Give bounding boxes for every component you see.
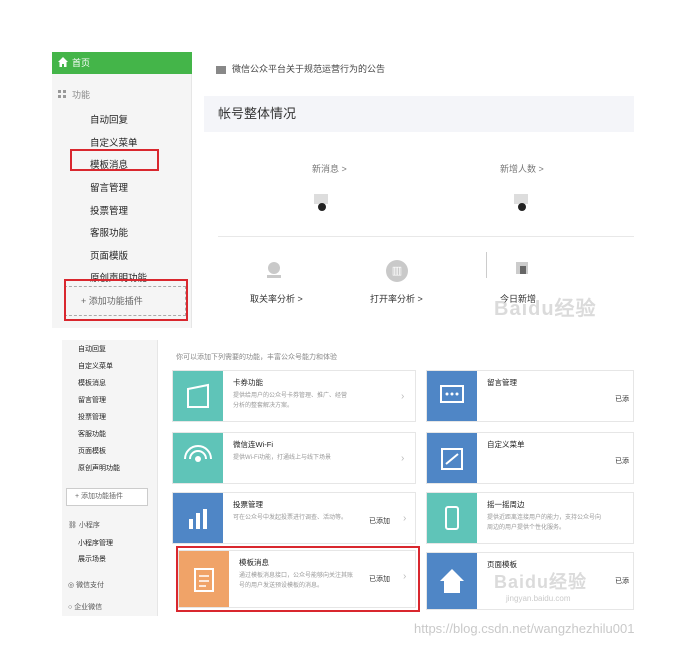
plugin-card-custom-menu[interactable]: 自定义菜单 已添 [426, 432, 634, 484]
plugin-card-comments[interactable]: 留言管理 已添 [426, 370, 634, 422]
open-rate-analysis-link[interactable]: 打开率分析 > [370, 292, 423, 305]
card-icon-bg [173, 493, 223, 543]
bottom-screenshot: 自动回复 自定义菜单 模板消息 留言管理 投票管理 客服功能 页面模板 原创声明… [62, 340, 634, 616]
main-panel: 微信公众平台关于规范运营行为的公告 帐号整体情况 新消息 > 新增人数 > ▥ … [204, 52, 634, 328]
new-followers-link[interactable]: 新增人数 > [500, 162, 544, 175]
today-icon [516, 262, 528, 274]
plugin-card-wifi[interactable]: 微信连Wi-Fi 提供Wi-Fi功能，打通线上与线下场景 › [172, 432, 416, 484]
unfollow-analysis-link[interactable]: 取关率分析 > [250, 292, 303, 305]
wifi-icon [184, 445, 212, 462]
sidebar-group-enterprise[interactable]: ○ 企业微信 [68, 602, 102, 612]
sidebar-item-votes[interactable]: 投票管理 [90, 203, 128, 217]
card-desc: 可在公众号中发起投票进行调查、活动等。 [233, 515, 348, 521]
home-icon [440, 569, 464, 593]
edit-icon [441, 448, 463, 470]
bar-chart-icon [189, 509, 207, 529]
chevron-right-icon: › [403, 513, 407, 524]
highlight-add-plugin [64, 279, 188, 321]
card-icon-bg [427, 493, 477, 543]
sidebar-item-custom-menu[interactable]: 自定义菜单 [78, 361, 113, 371]
grid-icon [58, 90, 66, 98]
user-analysis-icon [267, 262, 281, 278]
notice-text: 微信公众平台关于规范运营行为的公告 [232, 64, 386, 74]
megaphone-icon [216, 65, 226, 74]
plugin-card-votes[interactable]: 投票管理 可在公众号中发起投票进行调查、活动等。 已添加 › [172, 492, 416, 544]
sidebar-item-customer-service[interactable]: 客服功能 [78, 429, 106, 439]
notice-bar[interactable]: 微信公众平台关于规范运营行为的公告 [216, 62, 385, 75]
card-title: 摇一摇周边 [487, 500, 525, 509]
card-status: 已添 [615, 396, 629, 403]
phone-icon [445, 506, 459, 530]
watermark-url: jingyan.baidu.com [506, 594, 571, 603]
card-icon-bg [427, 553, 477, 609]
coupon-icon [187, 383, 209, 408]
card-icon-bg [427, 371, 477, 421]
sidebar: 自动回复 自定义菜单 模板消息 留言管理 投票管理 客服功能 页面模板 原创声明… [62, 340, 158, 616]
enterprise-label: 企业微信 [74, 604, 103, 611]
footer-url: https://blog.csdn.net/wangzhezhilu001 [414, 621, 635, 636]
sidebar-item-mini-program-management[interactable]: 小程序管理 [78, 538, 113, 548]
highlight-template-message-card [176, 546, 420, 612]
sidebar-item-comments[interactable]: 留言管理 [78, 395, 106, 405]
chart-icon: ▥ [386, 260, 408, 282]
add-plugin-button[interactable]: + 添加功能插件 [66, 488, 148, 506]
plugin-card-shake[interactable]: 摇一摇周边 提供近距离连接用户的能力，支持公众号向周边的用户提供个性化服务。 [426, 492, 634, 544]
sidebar-item-page-template[interactable]: 页面模版 [90, 248, 128, 262]
card-desc: 提供给用户的公众号卡券管理、推广、经营分析的整套解决方案。 [233, 393, 348, 409]
sidebar-item-page-template[interactable]: 页面模板 [78, 446, 106, 456]
sidebar-item-votes[interactable]: 投票管理 [78, 412, 106, 422]
card-title: 自定义菜单 [487, 440, 525, 449]
plugins-panel: 你可以添加下列需要的功能，丰富公众号能力和体验 卡券功能 提供给用户的公众号卡券… [166, 340, 634, 616]
watermark: Baidu经验 [494, 298, 597, 320]
card-status: 已添 [615, 458, 629, 465]
card-status: 已添 [615, 578, 629, 585]
card-status: 已添加 [369, 518, 390, 525]
pay-icon: ◎ [68, 582, 75, 589]
card-title: 卡券功能 [233, 378, 263, 387]
sidebar-item-home[interactable]: 首页 [52, 52, 192, 74]
divider [218, 236, 634, 237]
chevron-right-icon: › [401, 453, 405, 464]
chevron-right-icon: › [401, 391, 405, 402]
card-title: 投票管理 [233, 500, 263, 509]
watermark: Baidu经验 [494, 572, 588, 592]
sidebar-item-custom-menu[interactable]: 自定义菜单 [90, 135, 138, 149]
followers-icon [514, 194, 528, 211]
card-icon-bg [173, 433, 223, 483]
sidebar-group-features: 功能 [72, 90, 91, 100]
message-icon [314, 194, 328, 211]
card-desc: 提供近距离连接用户的能力，支持公众号向周边的用户提供个性化服务。 [487, 515, 602, 531]
card-title: 微信连Wi-Fi [233, 440, 273, 449]
card-desc: 提供Wi-Fi功能，打通线上与线下场景 [233, 455, 331, 461]
highlight-template-message [70, 149, 159, 171]
chat-bubble-icon [440, 385, 464, 403]
new-messages-link[interactable]: 新消息 > [312, 162, 347, 175]
divider-vertical [486, 252, 487, 278]
home-icon [58, 57, 68, 67]
sidebar-item-auto-reply[interactable]: 自动回复 [78, 344, 106, 354]
sidebar-item-auto-reply[interactable]: 自动回复 [90, 112, 128, 126]
sidebar-group-wechat-pay[interactable]: ◎ 微信支付 [68, 580, 104, 590]
sidebar-item-display-scenes[interactable]: 展示场景 [78, 554, 106, 564]
sidebar-item-comments[interactable]: 留言管理 [90, 180, 128, 194]
mini-program-label: 小程序 [78, 522, 100, 529]
link-icon: ⛓ [68, 522, 77, 529]
card-icon-bg [173, 371, 223, 421]
account-overview-title: 帐号整体情况 [204, 96, 634, 132]
card-icon-bg [427, 433, 477, 483]
sidebar-home-label: 首页 [72, 58, 91, 68]
plugins-tip: 你可以添加下列需要的功能，丰富公众号能力和体验 [176, 354, 337, 361]
sidebar-group-mini-program[interactable]: ⛓ 小程序 [68, 520, 100, 530]
sidebar-item-original-statement[interactable]: 原创声明功能 [78, 463, 120, 473]
wechat-pay-label: 微信支付 [76, 582, 105, 589]
plugin-card-coupons[interactable]: 卡券功能 提供给用户的公众号卡券管理、推广、经营分析的整套解决方案。 › [172, 370, 416, 422]
sidebar-item-customer-service[interactable]: 客服功能 [90, 225, 128, 239]
search-icon: ○ [68, 604, 73, 611]
card-title: 留言管理 [487, 378, 517, 387]
sidebar-item-template-message[interactable]: 模板消息 [78, 378, 106, 388]
